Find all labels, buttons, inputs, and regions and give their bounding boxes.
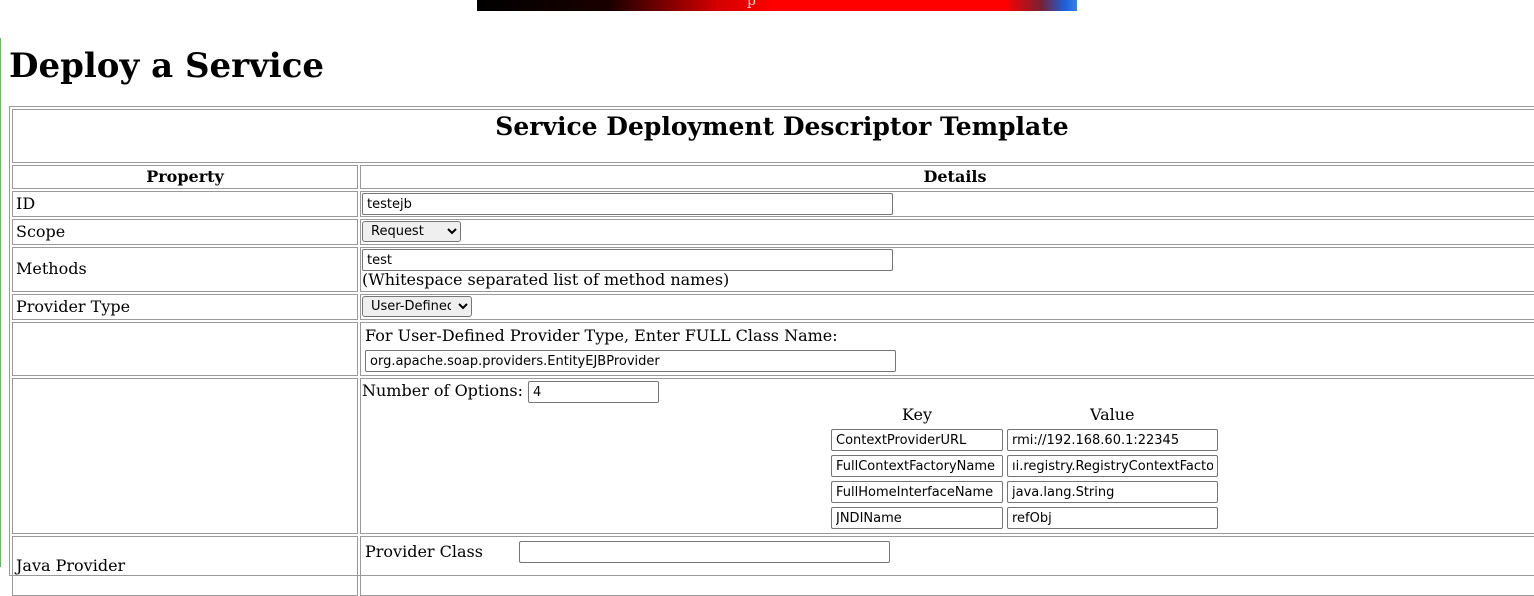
id-input[interactable] bbox=[362, 193, 893, 215]
methods-label-cell: Methods bbox=[12, 247, 358, 292]
options-key-header: Key bbox=[902, 405, 933, 424]
methods-hint: (Whitespace separated list of method nam… bbox=[362, 270, 730, 289]
scope-select[interactable]: Request bbox=[362, 221, 461, 242]
options-label-cell bbox=[12, 378, 358, 534]
provider-type-label: Provider Type bbox=[16, 297, 131, 316]
java-provider-label-cell: Java Provider bbox=[12, 536, 358, 596]
id-label-cell: ID bbox=[12, 191, 358, 217]
methods-input[interactable] bbox=[362, 249, 893, 271]
property-column-header: Property bbox=[12, 165, 358, 189]
option-key-input-4[interactable] bbox=[831, 507, 1003, 529]
option-key-input-3[interactable] bbox=[831, 481, 1003, 503]
banner-glyph: p bbox=[747, 0, 756, 9]
user-defined-label-cell bbox=[12, 322, 358, 376]
option-value-input-1[interactable] bbox=[1007, 429, 1218, 451]
java-provider-label: Java Provider bbox=[16, 556, 126, 575]
scope-label: Scope bbox=[16, 222, 66, 241]
details-column-header: Details bbox=[360, 165, 1534, 189]
options-count-label: Number of Options: bbox=[362, 381, 524, 400]
options-value-header: Value bbox=[1090, 405, 1135, 424]
id-label: ID bbox=[16, 194, 36, 213]
header-banner-image: p bbox=[477, 0, 1077, 11]
provider-class-input[interactable] bbox=[519, 541, 890, 563]
option-key-input-1[interactable] bbox=[831, 429, 1003, 451]
provider-type-label-cell: Provider Type bbox=[12, 294, 358, 320]
scope-label-cell: Scope bbox=[12, 219, 358, 245]
table-title-cell: Service Deployment Descriptor Template bbox=[12, 109, 1534, 163]
page-title: Deploy a Service bbox=[9, 46, 325, 86]
user-defined-class-input[interactable] bbox=[365, 350, 896, 372]
option-value-input-4[interactable] bbox=[1007, 507, 1218, 529]
provider-class-label: Provider Class bbox=[365, 542, 483, 561]
user-defined-prompt: For User-Defined Provider Type, Enter FU… bbox=[365, 326, 838, 345]
options-count-input[interactable] bbox=[528, 381, 659, 403]
option-key-input-2[interactable] bbox=[831, 455, 1003, 477]
table-title: Service Deployment Descriptor Template bbox=[495, 112, 1069, 141]
scope-value-cell bbox=[360, 219, 1534, 245]
provider-type-select[interactable]: User-Defined bbox=[362, 296, 472, 317]
option-value-input-3[interactable] bbox=[1007, 481, 1218, 503]
provider-type-value-cell bbox=[360, 294, 1534, 320]
methods-label: Methods bbox=[16, 259, 87, 278]
option-value-input-2[interactable] bbox=[1007, 455, 1218, 477]
left-border bbox=[0, 38, 1, 567]
